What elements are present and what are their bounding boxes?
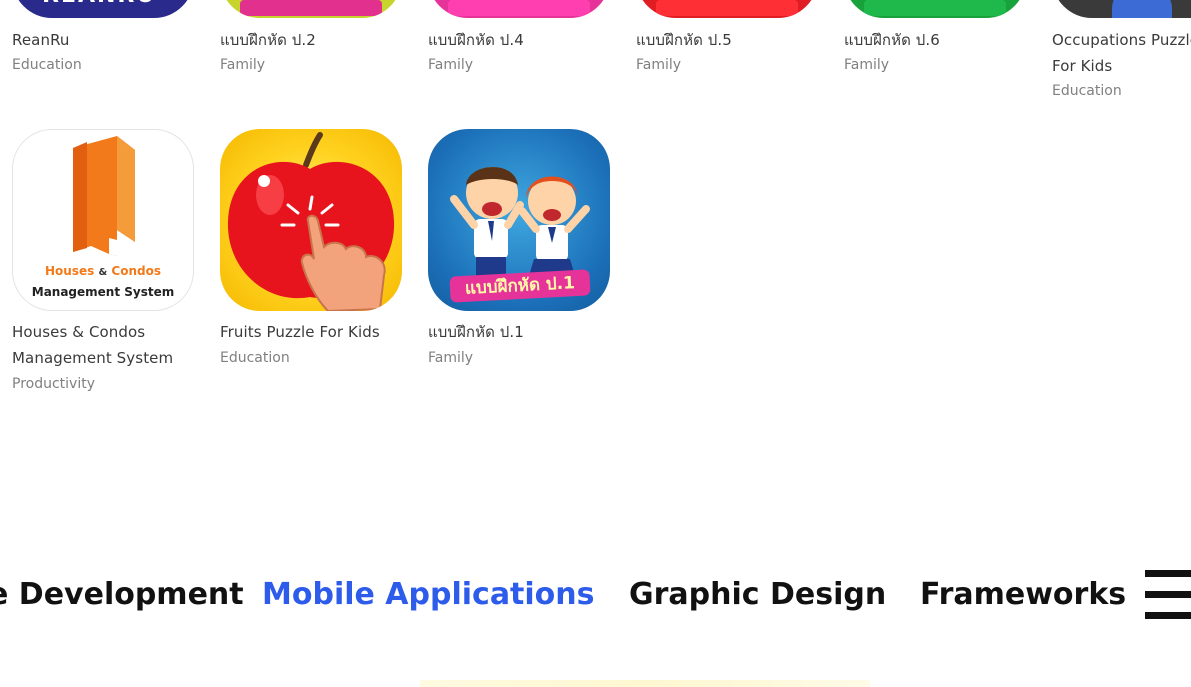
- app-name: แบบฝึกหัด ป.4: [428, 31, 524, 49]
- app-name-line2: Management System: [12, 349, 174, 367]
- nav-item-mobile-applications[interactable]: Mobile Applications: [262, 570, 595, 620]
- app-icon-reanru[interactable]: REANRU: [12, 0, 194, 18]
- app-name: Fruits Puzzle For Kids: [220, 323, 380, 341]
- icon-text-management: Management System: [31, 285, 175, 299]
- menu-icon[interactable]: [1145, 570, 1191, 620]
- app-icon-p2[interactable]: [220, 0, 402, 18]
- app-category: Family: [220, 57, 266, 73]
- app-icon-fruits-puzzle[interactable]: [220, 129, 402, 311]
- icon-text-houses: Houses: [45, 264, 95, 278]
- app-category: Education: [1052, 83, 1122, 99]
- apple-icon: [227, 132, 395, 311]
- app-name: ReanRu: [12, 31, 70, 49]
- icon-text-condos: Condos: [111, 264, 161, 278]
- nav-item-graphic-design[interactable]: Graphic Design: [629, 570, 886, 620]
- app-category: Family: [636, 57, 682, 73]
- app-name: แบบฝึกหัด ป.2: [220, 31, 316, 49]
- category-nav: e Development Mobile Applications Graphi…: [0, 570, 1191, 620]
- app-name: แบบฝึกหัด ป.1: [428, 323, 524, 341]
- app-category: Family: [844, 57, 890, 73]
- app-card-houses-condos[interactable]: Houses & Condos Management System Houses…: [12, 129, 202, 399]
- app-card-occupations[interactable]: Occupations Puzzle For Kids Education: [1052, 0, 1191, 110]
- app-icon-p4[interactable]: [428, 0, 610, 18]
- nav-item-frameworks[interactable]: Frameworks: [920, 570, 1126, 620]
- app-icon-p1[interactable]: แบบฝึกหัด ป.1: [428, 129, 610, 311]
- bottom-decoration: [420, 680, 870, 687]
- app-name: แบบฝึกหัด ป.6: [844, 31, 940, 49]
- app-icon-houses-condos[interactable]: Houses & Condos Management System: [12, 129, 194, 311]
- app-icon-p6[interactable]: [844, 0, 1026, 18]
- nav-item-development[interactable]: e Development: [0, 570, 244, 620]
- app-icon-occupations[interactable]: [1052, 0, 1191, 18]
- app-category: Family: [428, 350, 474, 366]
- app-card-p1[interactable]: แบบฝึกหัด ป.1 แบบฝึกหัด ป.1 Family: [428, 129, 618, 379]
- app-name: แบบฝึกหัด ป.5: [636, 31, 732, 49]
- icon-text-amp: &: [98, 267, 108, 278]
- building-icon: [73, 136, 135, 256]
- app-name-line2: For Kids: [1052, 57, 1113, 75]
- app-icon-p5[interactable]: [636, 0, 818, 18]
- app-category: Education: [220, 350, 290, 366]
- app-card-fruits-puzzle[interactable]: Fruits Puzzle For Kids Education: [220, 129, 410, 379]
- app-category: Productivity: [12, 376, 95, 392]
- app-name: Occupations Puzzle: [1052, 31, 1191, 49]
- app-category: Family: [428, 57, 474, 73]
- app-category: Education: [12, 57, 82, 73]
- app-name: Houses & Condos: [12, 323, 146, 341]
